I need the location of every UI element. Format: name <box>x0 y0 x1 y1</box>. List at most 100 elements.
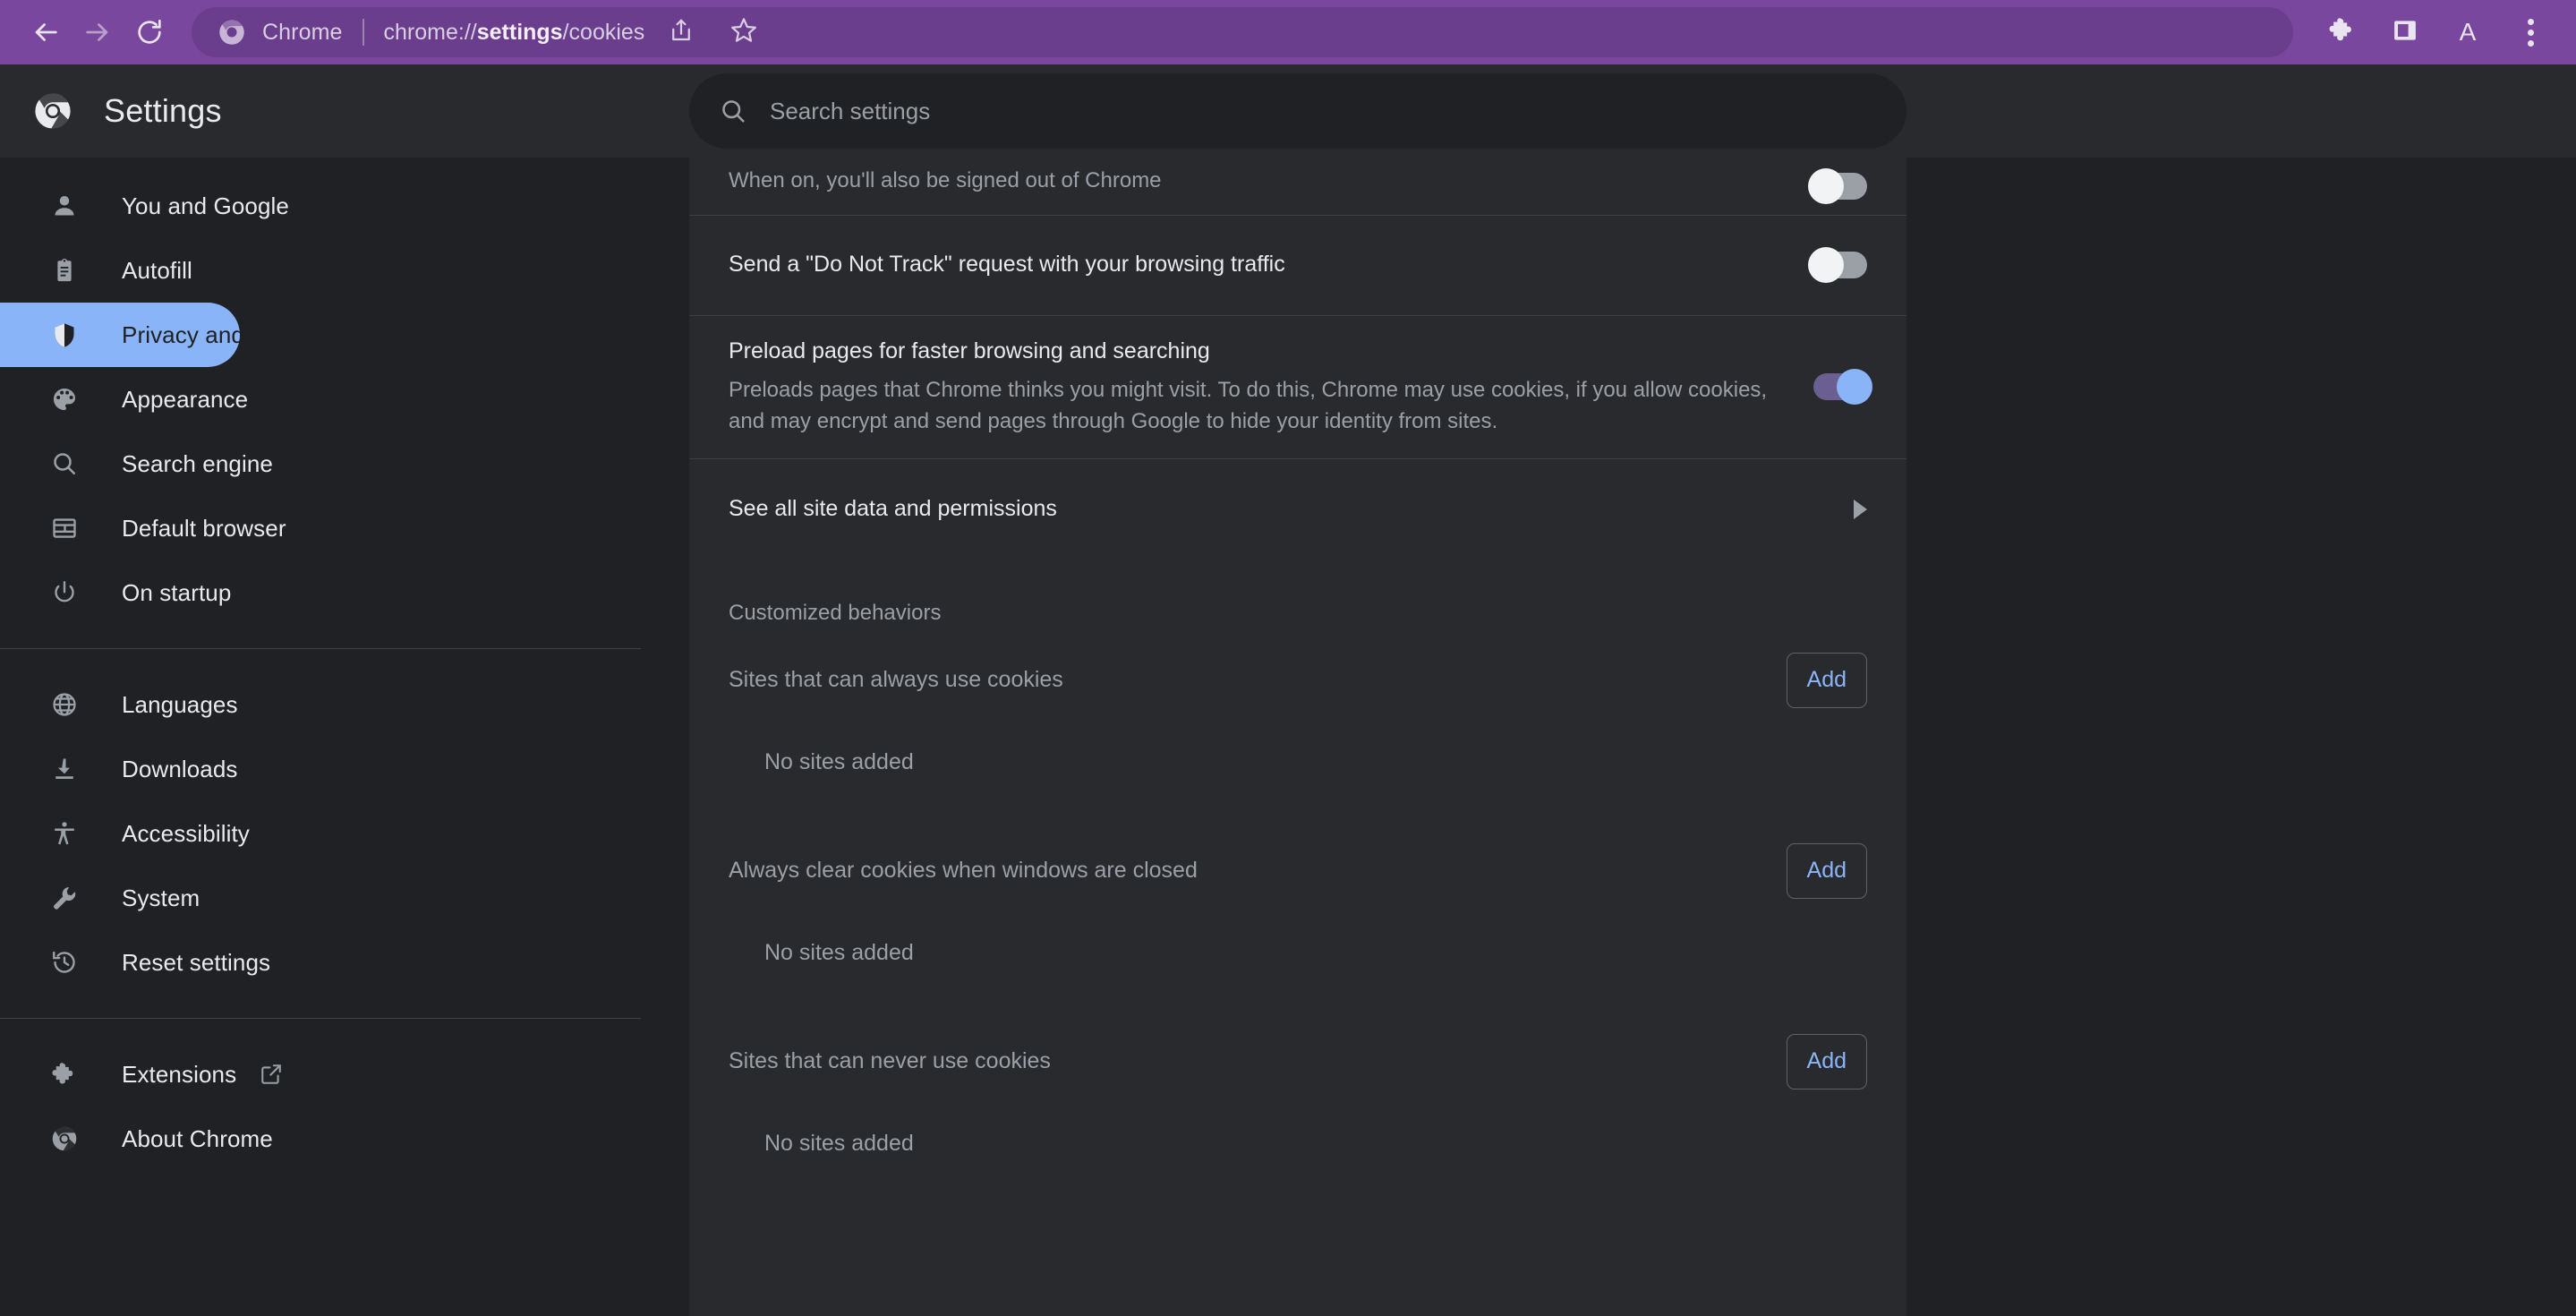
extensions-puzzle-icon <box>2328 16 2357 49</box>
palette-icon <box>45 386 84 413</box>
empty-state-text: No sites added <box>729 1116 1867 1198</box>
power-icon <box>45 579 84 606</box>
share-icon <box>668 17 695 48</box>
omnibox-divider <box>363 19 364 46</box>
reload-button[interactable] <box>124 6 175 58</box>
add-button[interactable]: Add <box>1787 1034 1867 1090</box>
sidebar-item-label: Privacy and security <box>122 321 332 349</box>
sidebar-item-on-startup[interactable]: On startup <box>0 560 240 625</box>
row-control <box>1813 252 1867 278</box>
wrench-icon <box>45 884 84 911</box>
sidebar-item-label: You and Google <box>122 192 289 220</box>
search-input[interactable] <box>770 98 1876 125</box>
sidebar-divider-2 <box>0 1018 641 1019</box>
puzzle-icon <box>45 1061 84 1088</box>
magnifier-icon <box>45 450 84 477</box>
row-control <box>1854 500 1867 519</box>
search-settings-box[interactable] <box>689 73 1906 149</box>
sidebar-item-extensions[interactable]: Extensions <box>0 1042 240 1107</box>
settings-brand: Settings <box>0 92 689 130</box>
omnibox-actions <box>644 6 770 58</box>
do-not-track-row[interactable]: Send a "Do Not Track" request with your … <box>689 216 1906 316</box>
sidebar-item-label: Default browser <box>122 515 286 543</box>
row-text: See all site data and permissions <box>729 474 1818 544</box>
row-subtitle: Preloads pages that Chrome thinks you mi… <box>729 375 1778 438</box>
behavior-title: Sites that can never use cookies <box>729 1048 1787 1074</box>
sidebar-item-label: Downloads <box>122 756 238 783</box>
sidebar-item-languages[interactable]: Languages <box>0 672 240 737</box>
row-title: See all site data and permissions <box>729 494 1818 525</box>
profile-initial: A <box>2460 18 2477 47</box>
sidebar-item-label: Accessibility <box>122 820 250 848</box>
back-button[interactable] <box>20 6 72 58</box>
behavior-title: Always clear cookies when windows are cl… <box>729 858 1787 884</box>
omnibox-url: chrome://settings/cookies <box>384 20 645 46</box>
sidebar-item-label: Search engine <box>122 450 273 478</box>
settings-main: When on, you'll also be signed out of Ch… <box>687 158 2576 1316</box>
clipboard-icon <box>45 257 84 284</box>
side-panel-button[interactable] <box>2379 6 2431 58</box>
browser-menu-button[interactable] <box>2504 6 2556 58</box>
empty-state-text: No sites added <box>729 735 1867 816</box>
sidebar-item-label: On startup <box>122 579 231 607</box>
row-title: Preload pages for faster browsing and se… <box>729 337 1778 367</box>
globe-icon <box>45 691 84 718</box>
preload-pages-toggle[interactable] <box>1813 373 1867 400</box>
back-arrow-icon <box>30 17 61 47</box>
see-all-site-data-row[interactable]: See all site data and permissions <box>689 459 1906 560</box>
search-icon <box>720 98 746 124</box>
side-panel-icon <box>2392 17 2418 48</box>
chevron-right-icon <box>1854 500 1867 519</box>
row-text: Send a "Do Not Track" request with your … <box>729 230 1778 300</box>
chrome-logo-icon <box>45 1125 84 1152</box>
sidebar-item-label: Reset settings <box>122 949 270 977</box>
sidebar-item-reset-settings[interactable]: Reset settings <box>0 930 240 995</box>
preload-pages-row[interactable]: Preload pages for faster browsing and se… <box>689 316 1906 459</box>
sidebar-item-downloads[interactable]: Downloads <box>0 737 240 801</box>
behavior-header: Always clear cookies when windows are cl… <box>729 816 1867 926</box>
sidebar-item-label: Extensions <box>122 1061 236 1089</box>
toggle-knob <box>1808 247 1844 283</box>
add-button[interactable]: Add <box>1787 653 1867 708</box>
sidebar-item-label: About Chrome <box>122 1125 273 1153</box>
customized-behaviors-label: Customized behaviors <box>689 560 1906 626</box>
toggle-knob <box>1808 168 1844 204</box>
sidebar-item-privacy-and-security[interactable]: Privacy and security <box>0 303 240 367</box>
settings-sidebar: You and Google Autofill Privacy and secu… <box>0 158 687 1316</box>
signed-out-partial-row[interactable]: When on, you'll also be signed out of Ch… <box>689 158 1906 216</box>
sidebar-item-label: Languages <box>122 691 238 719</box>
row-control <box>1813 173 1867 200</box>
reload-icon <box>134 17 165 47</box>
bookmark-button[interactable] <box>718 6 770 58</box>
settings-body: You and Google Autofill Privacy and secu… <box>0 158 2576 1316</box>
sidebar-item-autofill[interactable]: Autofill <box>0 238 240 303</box>
sidebar-item-system[interactable]: System <box>0 866 240 930</box>
url-prefix: chrome:// <box>384 20 477 45</box>
profile-button[interactable]: A <box>2442 6 2494 58</box>
person-icon <box>45 192 84 219</box>
settings-header: Settings <box>0 64 2576 158</box>
url-suffix: /cookies <box>563 20 645 45</box>
extensions-button[interactable] <box>2316 6 2368 58</box>
three-dot-menu-icon <box>2528 19 2534 47</box>
history-restore-icon <box>45 949 84 976</box>
forward-button[interactable] <box>72 6 124 58</box>
row-text: Preload pages for faster browsing and se… <box>729 317 1778 457</box>
sidebar-item-you-and-google[interactable]: You and Google <box>0 174 240 238</box>
sites-never-use-cookies-block: Sites that can never use cookies Add No … <box>689 1007 1906 1198</box>
open-in-new-icon[interactable] <box>260 1063 283 1086</box>
behavior-header: Sites that can never use cookies Add <box>729 1007 1867 1116</box>
share-button[interactable] <box>655 6 707 58</box>
sidebar-item-default-browser[interactable]: Default browser <box>0 496 240 560</box>
sidebar-item-about-chrome[interactable]: About Chrome <box>0 1107 240 1171</box>
row-title: Send a "Do Not Track" request with your … <box>729 250 1778 280</box>
address-bar[interactable]: Chrome chrome://settings/cookies <box>192 7 2293 57</box>
sidebar-item-accessibility[interactable]: Accessibility <box>0 801 240 866</box>
signed-out-toggle[interactable] <box>1813 173 1867 200</box>
sidebar-item-appearance[interactable]: Appearance <box>0 367 240 432</box>
sidebar-item-search-engine[interactable]: Search engine <box>0 432 240 496</box>
forward-arrow-icon <box>82 17 113 47</box>
empty-state-text: No sites added <box>729 926 1867 1007</box>
do-not-track-toggle[interactable] <box>1813 252 1867 278</box>
add-button[interactable]: Add <box>1787 843 1867 899</box>
